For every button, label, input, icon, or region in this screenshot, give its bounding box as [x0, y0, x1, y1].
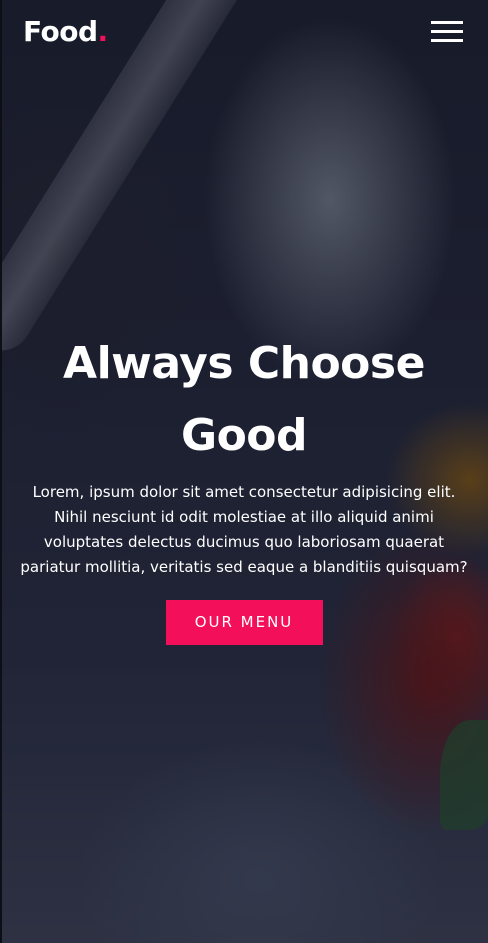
site-header: Food. — [0, 0, 488, 64]
hamburger-line — [431, 39, 463, 42]
hero-title: Always Choose Good — [63, 338, 425, 461]
our-menu-button[interactable]: OUR MENU — [165, 600, 323, 645]
logo-dot: . — [97, 15, 109, 48]
hamburger-line — [431, 21, 463, 24]
hero-section: Food. Always Choose Good Lorem, ipsum do… — [0, 0, 488, 943]
left-edge-divider — [0, 0, 2, 943]
hamburger-line — [431, 30, 463, 33]
hamburger-menu-icon[interactable] — [431, 20, 463, 44]
logo-text: Food — [23, 15, 98, 48]
hero-description: Lorem, ipsum dolor sit amet consectetur … — [20, 483, 468, 576]
hero-content: Always Choose Good Lorem, ipsum dolor si… — [14, 328, 474, 645]
site-logo[interactable]: Food. — [23, 12, 108, 52]
